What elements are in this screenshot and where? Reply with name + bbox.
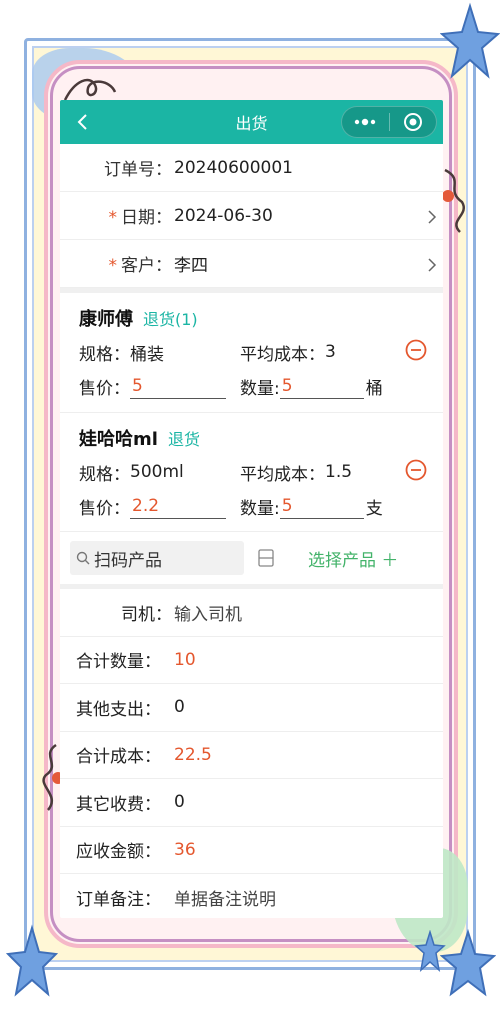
more-button[interactable] [342, 107, 389, 137]
decorative-star-small-icon [414, 930, 446, 972]
page-title: 出货 [235, 114, 268, 133]
product-price-line: 售价： 5 数量: 5 桶 [79, 369, 443, 403]
chevron-right-icon [428, 210, 437, 224]
scan-product-input[interactable]: 扫码产品 [70, 541, 244, 575]
back-button[interactable] [72, 112, 92, 132]
product-name-line: 娃哈哈ml 退货 [79, 425, 443, 455]
driver-row[interactable]: 司机： 输入司机 [60, 589, 443, 637]
remark-label: 订单备注： [76, 889, 161, 910]
receivable-row: 应收金额： 36 [60, 827, 443, 874]
driver-label: 司机： [121, 604, 172, 625]
other-fee-label: 其它收费： [76, 794, 161, 815]
unit-label: 桶 [365, 378, 383, 399]
select-product-label: 选择产品 ＋ [308, 551, 399, 571]
order-number-row: 订单号： 20240600001 [60, 144, 443, 192]
product-name: 娃哈哈ml [79, 429, 158, 450]
price-cell: 售价： 2.2 [79, 493, 240, 519]
decorative-star-top-right-icon [440, 2, 500, 79]
total-qty-label: 合计数量： [76, 652, 161, 673]
price-cell: 售价： 5 [79, 373, 240, 399]
avg-cost-value: 1.5 [325, 462, 353, 482]
required-marker: * [108, 208, 118, 228]
minus-circle-icon[interactable] [405, 339, 427, 361]
product-name: 康师傅 [79, 309, 133, 330]
product-price-line: 售价： 2.2 数量: 5 支 [79, 489, 443, 523]
required-marker: * [108, 256, 118, 276]
search-icon [76, 551, 90, 565]
cost-cell: 平均成本： 1.5 [240, 460, 352, 485]
navigation-bar: 出货 [60, 100, 443, 144]
scan-product-label: 扫码产品 [94, 550, 162, 571]
customer-value: 李四 [174, 256, 208, 276]
price-label: 售价： [79, 498, 130, 519]
minus-circle-icon[interactable] [405, 459, 427, 481]
receivable-value: 36 [174, 839, 196, 860]
scan-row: 扫码产品 选择产品 ＋ [60, 532, 443, 584]
qty-input[interactable]: 5 [279, 493, 364, 519]
qty-label: 数量: [240, 378, 280, 399]
customer-row[interactable]: * 客户： 李四 [60, 240, 443, 288]
order-number-label: 订单号： [104, 160, 172, 180]
price-input[interactable]: 5 [130, 373, 226, 399]
more-dots-icon [355, 118, 376, 126]
chevron-right-icon [428, 258, 437, 272]
product-spec-line: 规格： 500ml 平均成本： 1.5 [79, 455, 443, 489]
return-link[interactable]: 退货(1) [143, 306, 198, 330]
spec-cell: 规格： 桶装 [79, 340, 240, 365]
mini-program-capsule [341, 106, 437, 138]
total-cost-label: 合计成本： [76, 747, 161, 768]
close-program-button[interactable] [390, 107, 437, 137]
app-screen: 出货 订单号： 20240600001 *日期： 2024-06-30 *客 [60, 100, 443, 918]
back-icon [77, 114, 87, 130]
scan-icon[interactable] [258, 549, 274, 567]
product-name-line: 康师傅 退货(1) [79, 305, 443, 335]
product-spec-line: 规格： 桶装 平均成本： 3 [79, 335, 443, 369]
other-expense-row[interactable]: 其他支出： 0 [60, 684, 443, 732]
spec-label: 规格： [79, 464, 130, 485]
avg-cost-label: 平均成本： [240, 464, 325, 485]
select-product-button[interactable]: 选择产品 ＋ [308, 546, 398, 571]
order-number-value: 20240600001 [174, 157, 293, 178]
product-item: 康师傅 退货(1) 规格： 桶装 平均成本： 3 售价： 5 数量: 5 桶 [60, 293, 443, 413]
date-label-wrap: * 日期： [60, 203, 173, 228]
return-link[interactable]: 退货 [168, 426, 200, 450]
customer-label: 客户： [121, 256, 172, 276]
decorative-star-bottom-right-icon [440, 928, 496, 997]
unit-label: 支 [365, 498, 383, 519]
remark-row[interactable]: 订单备注： 单据备注说明 [60, 874, 443, 918]
avg-cost-label: 平均成本： [240, 344, 325, 365]
total-qty-value: 10 [174, 649, 196, 670]
date-label: 日期： [121, 208, 172, 228]
product-item: 娃哈哈ml 退货 规格： 500ml 平均成本： 1.5 售价： 2.2 数量: [60, 413, 443, 532]
avg-cost-value: 3 [325, 342, 336, 362]
total-cost-value: 22.5 [174, 744, 212, 765]
spec-label: 规格： [79, 344, 130, 365]
other-fee-row[interactable]: 其它收费： 0 [60, 779, 443, 827]
total-cost-row: 合计成本： 22.5 [60, 732, 443, 779]
customer-label-wrap: * 客户： [60, 251, 173, 276]
target-icon [403, 113, 422, 131]
qty-input[interactable]: 5 [279, 373, 364, 399]
driver-input[interactable]: 输入司机 [174, 600, 242, 625]
cost-cell: 平均成本： 3 [240, 340, 336, 365]
spec-value: 桶装 [130, 344, 164, 365]
price-input[interactable]: 2.2 [130, 493, 226, 519]
decorative-swirl-right-icon [442, 168, 465, 233]
other-fee-value[interactable]: 0 [174, 792, 185, 812]
qty-label: 数量: [240, 498, 280, 519]
receivable-label: 应收金额： [76, 842, 161, 863]
date-row[interactable]: * 日期： 2024-06-30 [60, 192, 443, 240]
spec-value: 500ml [130, 462, 184, 482]
other-expense-label: 其他支出： [76, 699, 161, 720]
decorative-star-bottom-left-icon [6, 924, 58, 997]
qty-cell: 数量: 5 支 [240, 493, 383, 519]
date-value: 2024-06-30 [174, 205, 273, 226]
other-expense-value[interactable]: 0 [174, 697, 185, 717]
price-label: 售价： [79, 378, 130, 399]
remark-input[interactable]: 单据备注说明 [174, 885, 276, 910]
spec-cell: 规格： 500ml [79, 460, 240, 485]
total-qty-row: 合计数量： 10 [60, 637, 443, 684]
qty-cell: 数量: 5 桶 [240, 373, 383, 399]
